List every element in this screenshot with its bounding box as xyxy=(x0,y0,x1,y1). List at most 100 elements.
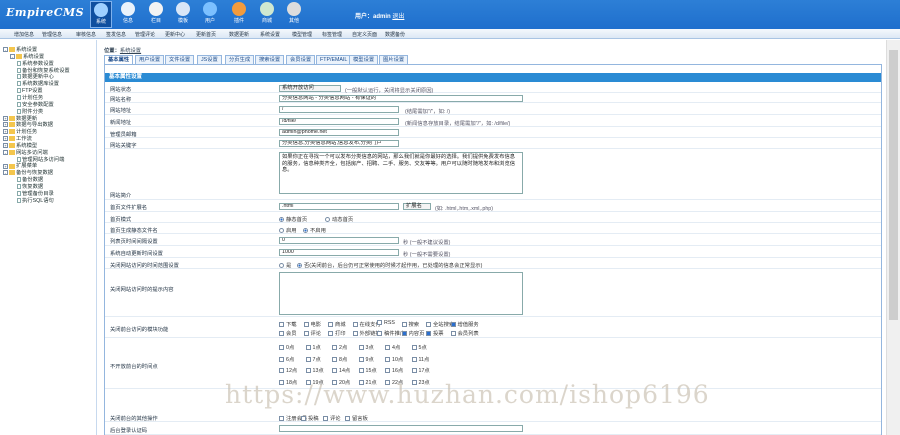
radio-option[interactable]: 是 xyxy=(279,261,291,269)
menu-item[interactable]: 数据更新 xyxy=(229,31,249,38)
extra-input[interactable] xyxy=(279,425,523,432)
checkbox-icon[interactable] xyxy=(401,322,407,328)
checkbox-icon[interactable] xyxy=(450,331,456,337)
hour-checkbox[interactable]: 20点 xyxy=(332,378,350,386)
checkbox-icon[interactable] xyxy=(279,416,284,422)
checkbox-icon[interactable] xyxy=(305,379,311,385)
module-checkbox[interactable]: 投票 xyxy=(426,329,444,337)
radio-option[interactable]: 不启用 xyxy=(303,226,326,234)
collapse-icon[interactable]: - xyxy=(3,47,8,53)
menu-item[interactable]: 更新首页 xyxy=(196,31,216,38)
nav-2[interactable]: 栏目 xyxy=(145,1,167,28)
checkbox-icon[interactable] xyxy=(377,331,382,337)
radio-icon[interactable] xyxy=(303,228,308,234)
radio-option[interactable]: 静态首页 xyxy=(279,215,307,223)
collapse-icon[interactable]: - xyxy=(3,149,8,155)
module-checkbox[interactable]: 电影 xyxy=(303,320,321,328)
hour-checkbox[interactable]: 4点 xyxy=(385,343,400,351)
module-checkbox[interactable]: 搜索 xyxy=(401,320,419,328)
breadcrumb-link[interactable]: 系统设置 xyxy=(120,48,141,54)
radio-icon[interactable] xyxy=(279,263,284,269)
module-checkbox[interactable]: RSS xyxy=(377,320,395,326)
module-checkbox[interactable]: 增值服务 xyxy=(450,320,479,328)
hour-checkbox[interactable]: 16点 xyxy=(385,366,403,374)
hour-checkbox[interactable]: 1点 xyxy=(305,343,321,351)
checkbox-icon[interactable] xyxy=(358,368,364,374)
menu-item[interactable]: 模型管理 xyxy=(292,31,312,38)
checkbox-icon[interactable] xyxy=(426,322,431,328)
hour-checkbox[interactable]: 6点 xyxy=(279,355,294,363)
nav-0[interactable]: 系统 xyxy=(90,1,112,28)
close-reason-textarea[interactable] xyxy=(279,272,523,315)
checkbox-icon[interactable] xyxy=(401,331,407,337)
logout-link[interactable]: 退出 xyxy=(392,14,404,20)
refresh-input[interactable]: 1000 xyxy=(279,249,399,256)
hour-checkbox[interactable]: 14点 xyxy=(332,366,350,374)
checkbox-icon[interactable] xyxy=(328,331,333,337)
keywords-input[interactable]: 分类信息,分类信息网站,信息发布,分类门户 xyxy=(279,140,399,147)
ext-select[interactable]: 扩展名 xyxy=(403,203,431,210)
checkbox-icon[interactable] xyxy=(328,322,333,328)
hour-checkbox[interactable]: 23点 xyxy=(411,378,430,386)
radio-icon[interactable] xyxy=(279,228,284,234)
menu-item[interactable]: 系统设置 xyxy=(260,31,280,38)
checkbox-icon[interactable] xyxy=(332,356,337,362)
nav-5[interactable]: 插件 xyxy=(228,1,250,28)
hour-checkbox[interactable]: 18点 xyxy=(279,378,297,386)
checkbox-icon[interactable] xyxy=(411,368,417,374)
op-checkbox[interactable]: 投稿 xyxy=(301,414,319,422)
collapse-icon[interactable]: - xyxy=(3,170,8,176)
menu-item[interactable]: 标签管理 xyxy=(322,31,342,38)
site-url-input[interactable]: / xyxy=(279,106,399,113)
hour-checkbox[interactable]: 0点 xyxy=(279,343,294,351)
hour-checkbox[interactable]: 19点 xyxy=(305,378,324,386)
checkbox-icon[interactable] xyxy=(385,368,390,374)
ext-input[interactable]: .html xyxy=(279,203,399,210)
checkbox-icon[interactable] xyxy=(279,331,284,337)
checkbox-icon[interactable] xyxy=(345,416,350,422)
site-status-select[interactable]: 系统开放访问 xyxy=(279,85,341,92)
checkbox-icon[interactable] xyxy=(323,416,328,422)
checkbox-icon[interactable] xyxy=(426,331,431,337)
menu-item[interactable]: 自定义页面 xyxy=(352,31,377,38)
sidebar-item[interactable]: 执行SQL语句 xyxy=(17,196,54,204)
checkbox-icon[interactable] xyxy=(301,416,306,422)
vertical-scrollbar[interactable] xyxy=(886,40,900,435)
hour-checkbox[interactable]: 12点 xyxy=(279,366,297,374)
description-textarea[interactable]: 如果你正在寻找一个可以发布分类信息的网站，那么我们就是你最好的选择。我们提供免费… xyxy=(279,152,523,194)
radio-icon[interactable] xyxy=(297,263,302,269)
hour-checkbox[interactable]: 7点 xyxy=(305,355,321,363)
checkbox-icon[interactable] xyxy=(305,356,311,362)
radio-option[interactable]: 启用 xyxy=(279,226,297,234)
nav-6[interactable]: 商城 xyxy=(256,1,278,28)
menu-item[interactable]: 管理评论 xyxy=(135,31,155,38)
scrollbar-thumb[interactable] xyxy=(889,50,898,320)
checkbox-icon[interactable] xyxy=(358,345,364,351)
hour-checkbox[interactable]: 9点 xyxy=(358,355,374,363)
checkbox-icon[interactable] xyxy=(411,345,417,351)
admin-email-input[interactable]: admin@phome.net xyxy=(279,129,399,136)
radio-icon[interactable] xyxy=(279,217,284,223)
hour-checkbox[interactable]: 15点 xyxy=(358,366,377,374)
nav-1[interactable]: 信息 xyxy=(117,1,139,28)
checkbox-icon[interactable] xyxy=(332,379,337,385)
hour-checkbox[interactable]: 2点 xyxy=(332,343,347,351)
checkbox-icon[interactable] xyxy=(303,322,309,328)
checkbox-icon[interactable] xyxy=(352,322,358,328)
nav-4[interactable]: 用户 xyxy=(199,1,221,28)
op-checkbox[interactable]: 评论 xyxy=(323,414,341,422)
module-checkbox[interactable]: 商城 xyxy=(328,320,346,328)
menu-item[interactable]: 数据备份 xyxy=(385,31,405,38)
checkbox-icon[interactable] xyxy=(385,379,390,385)
interval-input[interactable]: 0 xyxy=(279,237,399,244)
menu-item[interactable]: 管理信息 xyxy=(42,31,62,38)
checkbox-icon[interactable] xyxy=(377,320,382,326)
checkbox-icon[interactable] xyxy=(332,368,337,374)
checkbox-icon[interactable] xyxy=(358,379,364,385)
checkbox-icon[interactable] xyxy=(411,379,417,385)
checkbox-icon[interactable] xyxy=(385,356,390,362)
checkbox-icon[interactable] xyxy=(358,356,364,362)
nav-7[interactable]: 其他 xyxy=(283,1,305,28)
checkbox-icon[interactable] xyxy=(305,345,311,351)
module-checkbox[interactable]: 会员 xyxy=(279,329,297,337)
